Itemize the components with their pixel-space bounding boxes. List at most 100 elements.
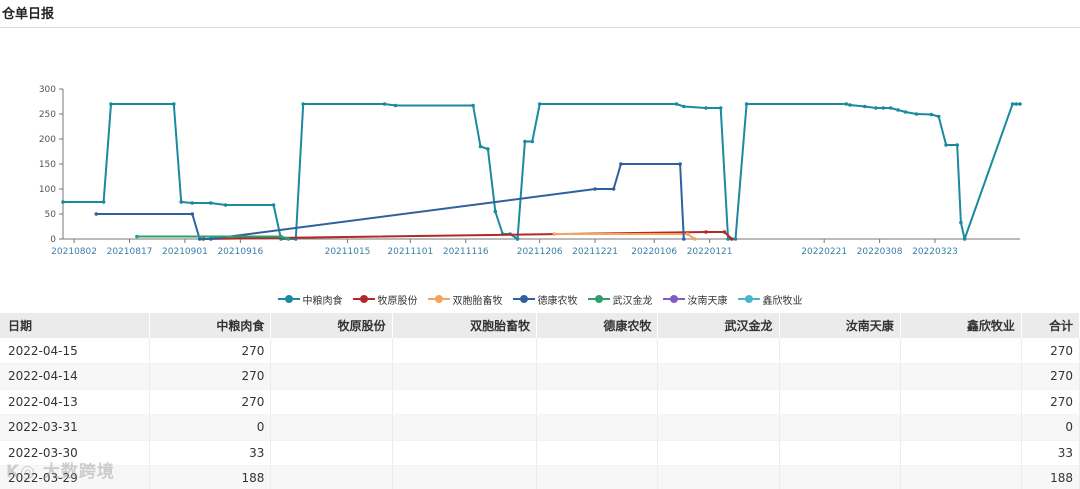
table-cell: [392, 363, 538, 390]
legend-label: 汝南天康: [687, 295, 728, 307]
data-point: [393, 103, 398, 108]
table-cell: [392, 338, 538, 364]
y-tick-label: 250: [39, 110, 56, 120]
data-point: [959, 220, 963, 225]
table-cell: [270, 465, 393, 489]
legend-item[interactable]: 鑫欣牧业: [737, 292, 803, 307]
column-header[interactable]: 牧原股份: [270, 313, 393, 338]
table-cell: [270, 363, 393, 390]
table-cell: [392, 414, 538, 441]
legend-swatch: [512, 294, 535, 304]
table-cell: 2022-04-14: [0, 363, 151, 390]
table-cell: [392, 389, 538, 415]
data-point: [903, 110, 908, 114]
y-tick-label: 100: [39, 185, 56, 195]
legend-item[interactable]: 牧原股份: [352, 292, 418, 307]
table-cell: 270: [149, 389, 272, 415]
data-point: [682, 237, 686, 241]
table-row: 2022-04-14 270 270: [0, 363, 1080, 390]
data-point: [733, 237, 738, 241]
table-cell: [657, 338, 780, 364]
data-point: [929, 112, 934, 117]
legend-swatch: [587, 294, 610, 304]
table-cell: [779, 389, 901, 415]
table-cell: [657, 414, 780, 441]
data-point: [593, 187, 597, 191]
legend-item[interactable]: 中粮肉食: [277, 292, 343, 307]
table-cell: [536, 338, 659, 364]
data-point: [515, 237, 520, 241]
data-point: [552, 232, 557, 236]
data-point: [863, 104, 867, 109]
table-cell: 2022-04-15: [0, 338, 151, 364]
chart-legend: 中粮肉食 牧原股份 双胞胎畜牧 德康农牧 武汉金龙 汝南天康 鑫欣牧业: [0, 291, 1080, 307]
table-cell: 0: [1021, 414, 1080, 441]
table-cell: 33: [149, 440, 272, 466]
data-point: [271, 203, 276, 207]
x-tick-label: 20211101: [387, 247, 433, 257]
y-tick-label: 300: [39, 85, 56, 95]
table-cell: [900, 414, 1022, 441]
table-cell: [657, 389, 780, 415]
series-line-中粮肉食: [63, 103, 1020, 240]
data-point: [101, 200, 106, 204]
column-header[interactable]: 合计: [1021, 313, 1080, 338]
data-point: [848, 103, 852, 107]
column-header[interactable]: 中粮肉食: [149, 313, 272, 338]
legend-label: 鑫欣牧业: [762, 295, 803, 307]
legend-label: 牧原股份: [377, 295, 418, 307]
table-cell: [900, 338, 1022, 364]
legend-swatch: [427, 294, 450, 304]
data-point: [685, 232, 690, 236]
table-row: 2022-03-31 0 0: [0, 414, 1080, 441]
data-point: [279, 234, 283, 239]
x-tick-label: 20220323: [912, 247, 958, 257]
legend-swatch: [277, 294, 300, 304]
table-cell: [270, 389, 393, 415]
table-cell: 270: [149, 338, 272, 364]
data-point: [223, 203, 228, 207]
data-table: 日期 中粮肉食 牧原股份 双胞胎畜牧 德康农牧 武汉金龙 汝南天康 鑫欣牧业 合计 2022-0…: [0, 313, 1080, 489]
data-point: [914, 112, 919, 116]
table-cell: 270: [149, 363, 272, 390]
data-point: [678, 162, 682, 166]
y-tick-label: 0: [50, 235, 56, 245]
x-tick-label: 20211206: [517, 247, 563, 257]
table-cell: [779, 440, 901, 466]
table-row: 2022-03-30 33 33: [0, 440, 1080, 466]
table-cell: [657, 363, 780, 390]
data-point: [896, 108, 900, 112]
data-point: [888, 106, 893, 110]
data-point: [944, 143, 948, 147]
table-cell: [392, 440, 538, 466]
column-header[interactable]: 德康农牧: [536, 313, 659, 338]
table-cell: [536, 414, 659, 441]
table-cell: [536, 389, 659, 415]
column-header[interactable]: 汝南天康: [779, 313, 901, 338]
legend-label: 双胞胎畜牧: [452, 295, 503, 307]
page-title: 仓单日报: [2, 7, 55, 22]
legend-item[interactable]: 武汉金龙: [587, 292, 653, 307]
column-header[interactable]: 日期: [0, 313, 151, 338]
column-header[interactable]: 武汉金龙: [657, 313, 780, 338]
data-point: [135, 234, 139, 239]
data-point: [962, 237, 967, 241]
watermark-logo: K◎ 大数跨境: [6, 462, 115, 482]
legend-swatch: [662, 294, 685, 304]
column-header[interactable]: 双胞胎畜牧: [392, 313, 538, 338]
legend-item[interactable]: 德康农牧: [512, 292, 578, 307]
data-point: [704, 230, 708, 234]
data-point: [190, 212, 195, 216]
table-cell: 270: [1021, 363, 1080, 390]
legend-item[interactable]: 双胞胎畜牧: [427, 292, 503, 307]
data-point: [301, 102, 306, 106]
data-point: [471, 103, 475, 108]
data-point: [1018, 102, 1022, 106]
data-point: [693, 237, 697, 241]
legend-item[interactable]: 汝南天康: [662, 292, 728, 307]
column-header[interactable]: 鑫欣牧业: [900, 313, 1022, 338]
data-point: [844, 102, 849, 106]
data-point: [94, 212, 99, 216]
data-point: [197, 237, 202, 241]
data-point: [486, 147, 490, 151]
